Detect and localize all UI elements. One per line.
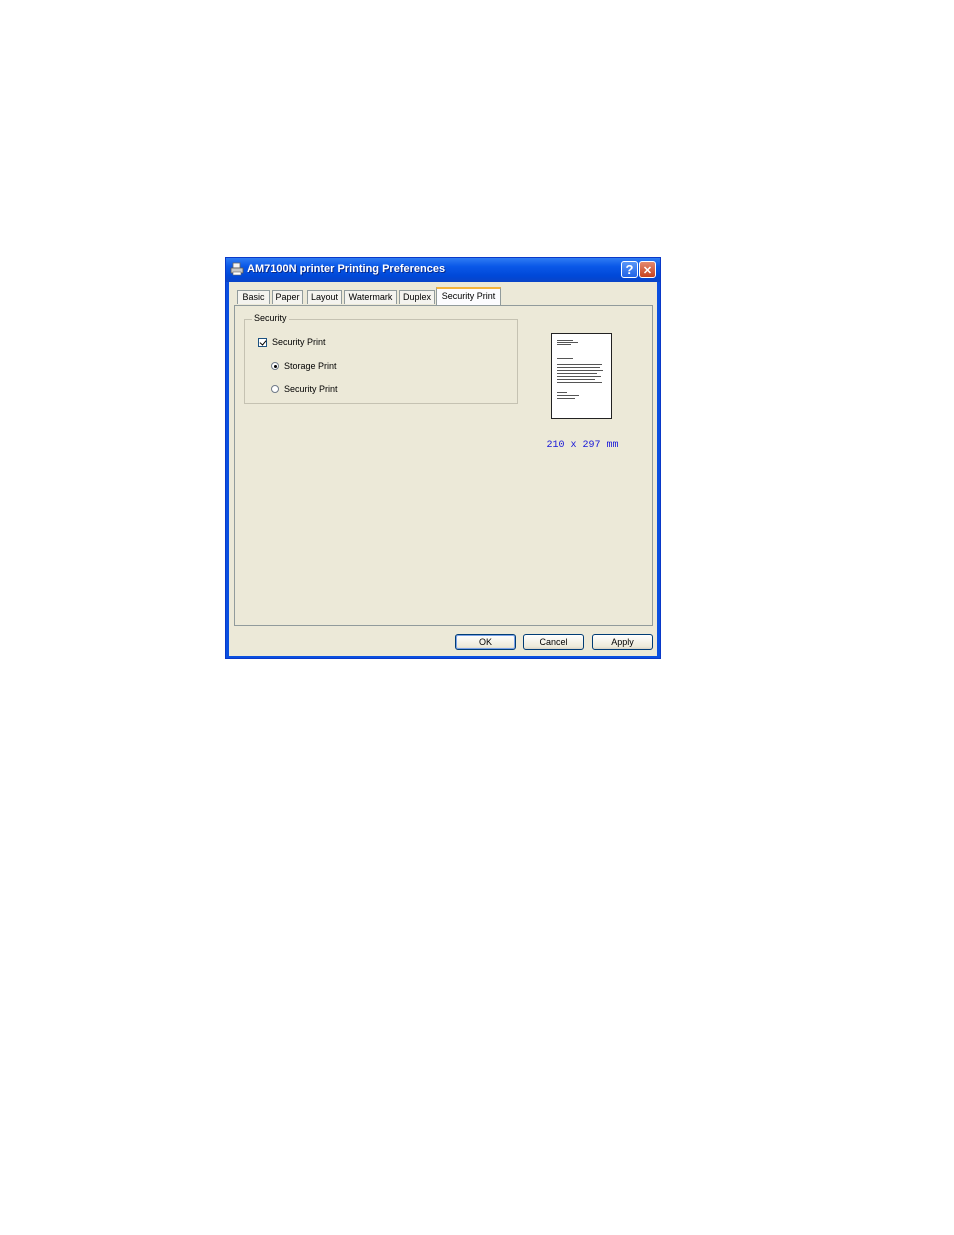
checkbox-box[interactable]: [258, 337, 267, 347]
preview-text-line: [557, 392, 567, 393]
radio-button[interactable]: [271, 385, 279, 393]
tab-label: Duplex: [402, 292, 431, 302]
ok-button-label: OK: [478, 637, 492, 647]
apply-button[interactable]: Apply: [592, 634, 653, 650]
security-print-radio-label: Security Print: [284, 384, 338, 394]
tab-panel-security-print: Security Security Print Storage Print Se…: [234, 305, 653, 626]
preview-text-line: [557, 379, 595, 380]
tab-label: Security Print: [441, 291, 496, 301]
ok-button[interactable]: OK: [455, 634, 516, 650]
cancel-button[interactable]: Cancel: [523, 634, 584, 650]
security-print-checkbox[interactable]: Security Print: [258, 337, 326, 347]
help-button[interactable]: ?: [621, 261, 638, 278]
preview-text-line: [557, 342, 578, 343]
tab-duplex[interactable]: Duplex: [399, 290, 435, 304]
paper-size-label: 210 x 297 mm: [546, 440, 619, 451]
tab-layout[interactable]: Layout: [307, 290, 342, 304]
preview-text-line: [557, 376, 601, 377]
preview-text-line: [557, 364, 602, 365]
tab-paper[interactable]: Paper: [272, 290, 303, 304]
preview-text-line: [557, 395, 579, 396]
tab-label: Basic: [242, 292, 265, 302]
paper-preview-image: [551, 333, 612, 419]
security-print-checkbox-label: Security Print: [272, 337, 326, 347]
printing-preferences-dialog: AM7100N printer Printing Preferences ? ✕…: [225, 257, 661, 659]
tab-basic[interactable]: Basic: [237, 290, 270, 304]
dialog-client-area: Basic Paper Layout Watermark Duplex Secu…: [229, 282, 657, 656]
apply-button-label: Apply: [611, 637, 634, 647]
tab-label: Layout: [310, 292, 339, 302]
preview-text-line: [557, 370, 603, 371]
tab-label: Paper: [275, 292, 300, 302]
preview-text-line: [557, 367, 600, 368]
radio-button[interactable]: [271, 362, 279, 370]
security-print-radio[interactable]: Security Print: [271, 384, 338, 394]
security-group-title: Security: [252, 313, 289, 323]
storage-print-radio[interactable]: Storage Print: [271, 361, 337, 371]
title-bar[interactable]: AM7100N printer Printing Preferences ? ✕: [226, 258, 660, 282]
preview-text-line: [557, 340, 573, 341]
tab-label: Watermark: [348, 292, 393, 302]
preview-text-line: [557, 344, 571, 345]
preview-text-line: [557, 358, 573, 359]
security-groupbox: Security Security Print Storage Print Se…: [244, 313, 518, 404]
window-title: AM7100N printer Printing Preferences: [247, 263, 446, 275]
preview-text-line: [557, 373, 597, 374]
help-icon: ?: [625, 262, 634, 277]
preview-text-line: [557, 398, 575, 399]
printer-icon: [230, 262, 244, 276]
close-button[interactable]: ✕: [639, 261, 656, 278]
preview-text-line: [557, 382, 602, 383]
tab-watermark[interactable]: Watermark: [344, 290, 397, 304]
close-icon: ✕: [642, 265, 653, 277]
tab-security-print[interactable]: Security Print: [436, 287, 501, 305]
cancel-button-label: Cancel: [539, 637, 568, 647]
storage-print-radio-label: Storage Print: [284, 361, 337, 371]
